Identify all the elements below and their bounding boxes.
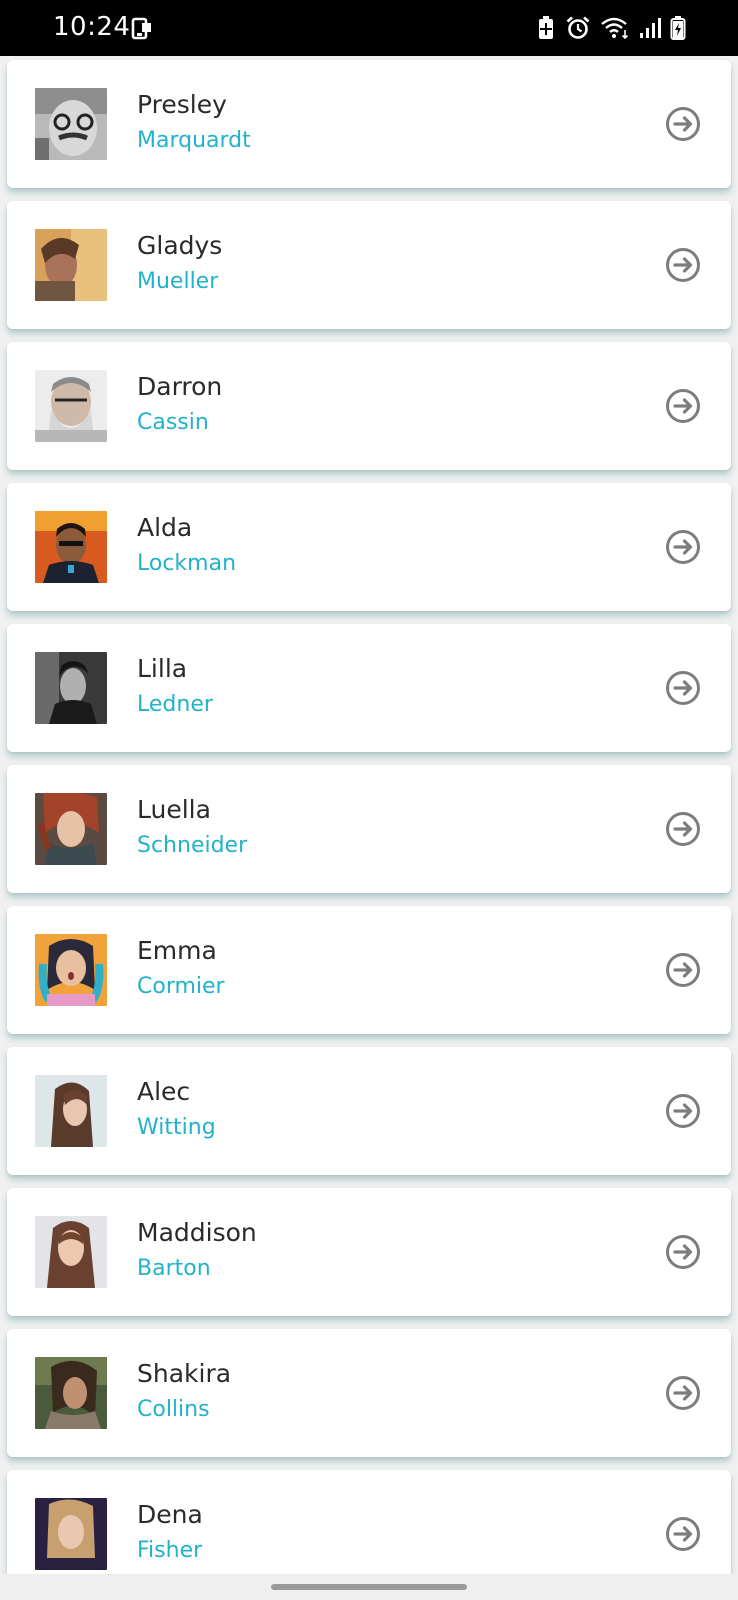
contact-first-name: Darron xyxy=(137,372,223,401)
navigation-bar xyxy=(0,1574,738,1600)
contact-first-name: Emma xyxy=(137,936,217,965)
contact-last-name: Collins xyxy=(137,1397,210,1422)
avatar xyxy=(35,88,107,160)
arrow-right-circle-icon[interactable] xyxy=(665,1234,701,1270)
avatar xyxy=(35,1075,107,1147)
status-bar: 10:24 xyxy=(0,0,738,56)
battery-charging-icon xyxy=(670,15,686,41)
contact-last-name: Marquardt xyxy=(137,128,251,153)
contact-last-name: Barton xyxy=(137,1256,211,1281)
contact-last-name: Lockman xyxy=(137,551,237,576)
avatar xyxy=(35,229,107,301)
arrow-right-circle-icon[interactable] xyxy=(665,247,701,283)
contact-card[interactable]: Darron Cassin xyxy=(7,342,731,470)
contact-card[interactable]: Shakira Collins xyxy=(7,1329,731,1457)
contact-last-name: Mueller xyxy=(137,269,219,294)
avatar xyxy=(35,370,107,442)
avatar xyxy=(35,934,107,1006)
contact-first-name: Dena xyxy=(137,1500,203,1529)
arrow-right-circle-icon[interactable] xyxy=(665,952,701,988)
contact-card[interactable]: Lilla Ledner xyxy=(7,624,731,752)
avatar xyxy=(35,793,107,865)
avatar xyxy=(35,1216,107,1288)
arrow-right-circle-icon[interactable] xyxy=(665,670,701,706)
arrow-right-circle-icon[interactable] xyxy=(665,1516,701,1552)
contact-card[interactable]: Gladys Mueller xyxy=(7,201,731,329)
wifi-icon xyxy=(600,15,630,41)
contact-first-name: Maddison xyxy=(137,1218,257,1247)
status-icons xyxy=(536,14,686,42)
contact-last-name: Ledner xyxy=(137,692,213,717)
contact-last-name: Schneider xyxy=(137,833,248,858)
arrow-right-circle-icon[interactable] xyxy=(665,1375,701,1411)
contact-first-name: Shakira xyxy=(137,1359,232,1388)
arrow-right-circle-icon[interactable] xyxy=(665,529,701,565)
contact-card[interactable]: Presley Marquardt xyxy=(7,60,731,188)
arrow-right-circle-icon[interactable] xyxy=(665,811,701,847)
signal-icon xyxy=(639,15,661,41)
status-time: 10:24 xyxy=(53,12,131,42)
contact-first-name: Presley xyxy=(137,90,227,119)
contact-last-name: Witting xyxy=(137,1115,216,1140)
contact-first-name: Lilla xyxy=(137,654,188,683)
contact-first-name: Gladys xyxy=(137,231,223,260)
avatar xyxy=(35,652,107,724)
contact-card[interactable]: Alec Witting xyxy=(7,1047,731,1175)
contact-first-name: Alec xyxy=(137,1077,191,1106)
contact-last-name: Cormier xyxy=(137,974,225,999)
alarm-icon xyxy=(565,15,591,41)
contact-card[interactable]: Maddison Barton xyxy=(7,1188,731,1316)
contact-card[interactable]: Emma Cormier xyxy=(7,906,731,1034)
screenshot-icon xyxy=(128,16,154,42)
contact-first-name: Luella xyxy=(137,795,211,824)
battery-saver-icon xyxy=(536,15,556,41)
contact-last-name: Fisher xyxy=(137,1538,203,1563)
contact-first-name: Alda xyxy=(137,513,193,542)
arrow-right-circle-icon[interactable] xyxy=(665,106,701,142)
avatar xyxy=(35,1357,107,1429)
avatar xyxy=(35,511,107,583)
home-indicator[interactable] xyxy=(271,1584,467,1590)
arrow-right-circle-icon[interactable] xyxy=(665,1093,701,1129)
arrow-right-circle-icon[interactable] xyxy=(665,388,701,424)
contact-card[interactable]: Luella Schneider xyxy=(7,765,731,893)
contact-last-name: Cassin xyxy=(137,410,209,435)
avatar xyxy=(35,1498,107,1570)
contact-card[interactable]: Alda Lockman xyxy=(7,483,731,611)
